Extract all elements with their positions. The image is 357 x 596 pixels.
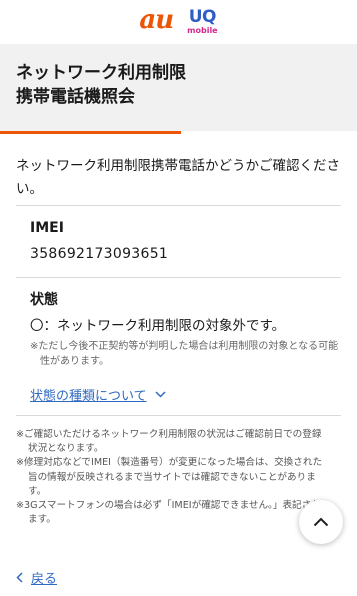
status-note: ※ただし今後不正契約等が判明した場合は利用制限の対象となる可能性があります。	[30, 341, 339, 367]
back-link[interactable]: 戻る	[16, 568, 57, 587]
imei-value: 358692173093651	[30, 246, 169, 262]
status-result: 〇：ネットワーク利用制限の対象外です。	[30, 318, 286, 334]
intro-text: ネットワーク利用制限携帯電話かどうかご確認ください。	[16, 158, 340, 197]
chevron-up-icon	[313, 517, 329, 527]
chevron-down-icon	[155, 391, 166, 398]
uq-logo-text: UQ	[188, 7, 217, 27]
imei-section: IMEI 358692173093651	[0, 206, 357, 277]
note-item: ※修理対応などでIMEI（製造番号）が変更になった場合は、交換された旨の情報が反…	[16, 457, 323, 497]
au-logo[interactable]: au	[139, 7, 174, 33]
chevron-left-icon	[16, 572, 23, 583]
scroll-to-top-button[interactable]	[299, 500, 343, 544]
back-link-label: 戻る	[31, 572, 58, 587]
status-label: 状態	[30, 292, 58, 308]
note-item: ※3Gスマートフォンの場合は必ず「IMEIが確認できません。」表記されます。	[16, 500, 321, 526]
page-title: ネットワーク利用制限 携帯電話機照会	[16, 63, 186, 107]
uq-logo-subtext: mobile	[187, 26, 218, 35]
status-types-link[interactable]: 状態の種類について	[30, 385, 341, 404]
status-section: 状態 〇：ネットワーク利用制限の対象外です。 ※ただし今後不正契約等が判明した場…	[0, 278, 357, 415]
status-types-link-label: 状態の種類について	[30, 389, 147, 404]
imei-label: IMEI	[30, 220, 64, 236]
note-item: ※ご確認いただけるネットワーク利用制限の状況はご確認前日での登録状況となります。	[16, 429, 322, 455]
title-area: ネットワーク利用制限 携帯電話機照会	[0, 44, 357, 131]
uq-mobile-logo[interactable]: UQ mobile	[187, 9, 217, 35]
site-header: au UQ mobile	[0, 0, 357, 44]
